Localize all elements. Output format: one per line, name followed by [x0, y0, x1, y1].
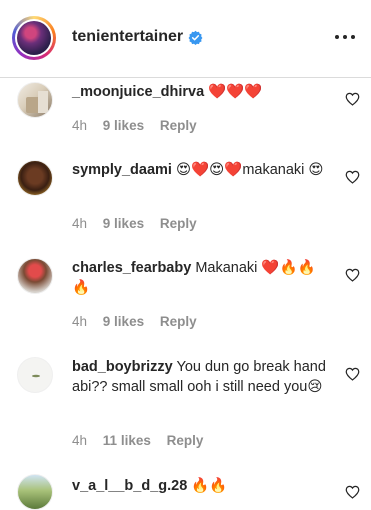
comment-content: 🔥🔥	[191, 478, 228, 494]
comment-username[interactable]: charles_fearbaby	[72, 260, 191, 276]
comment-username[interactable]: v_a_l__b_d_g.28	[72, 478, 187, 494]
verified-badge-icon	[188, 30, 203, 45]
reply-button[interactable]: Reply	[160, 118, 197, 133]
reply-button[interactable]: Reply	[167, 433, 204, 448]
like-heart-icon[interactable]	[345, 170, 360, 184]
comment-meta: 4h 9 likes Reply	[72, 118, 209, 133]
comment-likes[interactable]: 9 likes	[103, 216, 144, 231]
like-heart-icon[interactable]	[345, 367, 360, 381]
commenter-avatar[interactable]	[17, 160, 53, 196]
comment-time: 4h	[72, 314, 88, 329]
commenter-avatar[interactable]	[17, 474, 53, 510]
comment-time: 4h	[72, 433, 88, 448]
comment-content: ❤️❤️❤️	[208, 84, 263, 100]
reply-button[interactable]: Reply	[160, 216, 197, 231]
reply-button[interactable]: Reply	[160, 314, 197, 329]
comment-meta: 4h 9 likes Reply	[72, 216, 209, 231]
comment-meta: 4h 9 likes Reply	[72, 314, 209, 329]
comment-meta: 4h 11 likes Reply	[72, 433, 215, 448]
comment-time: 4h	[72, 216, 88, 231]
commenter-avatar[interactable]	[17, 357, 53, 393]
comment-username[interactable]: _moonjuice_dhirva	[72, 84, 204, 100]
more-options-icon[interactable]	[334, 33, 356, 41]
comment-text: bad_boybrizzy You dun go break hand abi?…	[72, 357, 330, 397]
commenter-avatar[interactable]	[17, 82, 53, 118]
comment-time: 4h	[72, 118, 88, 133]
comment-username[interactable]: symply_daami	[72, 162, 172, 178]
commenter-avatar[interactable]	[17, 258, 53, 294]
comment-text: v_a_l__b_d_g.28 🔥🔥	[72, 476, 330, 496]
like-heart-icon[interactable]	[345, 92, 360, 106]
post-header: tenientertainer	[0, 0, 371, 78]
comment-text: charles_fearbaby Makanaki ❤️🔥🔥 🔥	[72, 258, 330, 298]
comment-likes[interactable]: 9 likes	[103, 118, 144, 133]
comment-username[interactable]: bad_boybrizzy	[72, 359, 173, 375]
comment-text: _moonjuice_dhirva ❤️❤️❤️	[72, 82, 330, 102]
like-heart-icon[interactable]	[345, 268, 360, 282]
comment-likes[interactable]: 11 likes	[103, 433, 151, 448]
profile-avatar[interactable]	[12, 16, 56, 60]
like-heart-icon[interactable]	[345, 485, 360, 499]
header-username[interactable]: tenientertainer	[72, 28, 183, 46]
comment-likes[interactable]: 9 likes	[103, 314, 144, 329]
comment-content: 😍❤️😍❤️makanaki 😍	[175, 162, 324, 178]
comment-text: symply_daami 😍❤️😍❤️makanaki 😍	[72, 160, 330, 180]
